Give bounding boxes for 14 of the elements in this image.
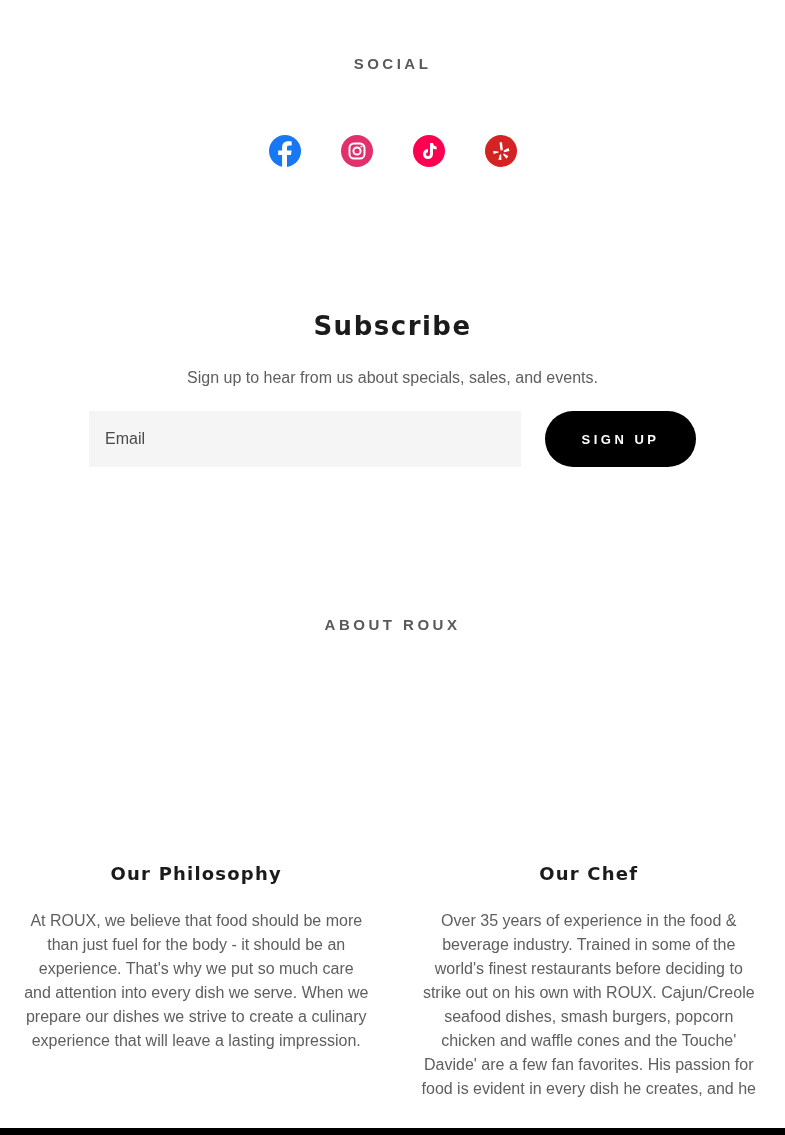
column-text: At ROUX, we believe that food should be more than just fuel for the body - it should be an experience. That's why we put so much care and attention into every dish we serve. When we prepare our dishes we strive to create a culinary experience that will leave a lasting impression.	[24, 911, 369, 1051]
burst-icon[interactable]	[484, 135, 517, 167]
column-text: Over 35 years of experience in the food & beverage industry. Trained in some of the world's finest restaurants before deciding to strike out on his own with ROUX. Cajun/Creole seafood dishes, smash burgers, popcorn chicken and waffle cones and the Touche' Davide' are a few fan favorites. His passion for food is evident in every dish he creates, and he	[420, 911, 757, 1099]
email-field[interactable]: Email	[89, 411, 521, 467]
column-title: Our Philosophy	[110, 862, 282, 886]
column-title: Our Chef	[539, 862, 639, 886]
sign-up-button[interactable]: SIGN UP	[545, 411, 696, 467]
subscribe-description: Sign up to hear from us about specials, sales, and events.	[187, 368, 598, 388]
f-letter-icon[interactable]	[268, 135, 301, 167]
subscribe-title: Subscribe	[313, 310, 472, 343]
camera-icon[interactable]	[340, 135, 373, 167]
music-note-icon[interactable]	[412, 135, 445, 167]
section-heading: ABOUT ROUX	[324, 616, 461, 634]
section-heading: SOCIAL	[353, 55, 432, 73]
